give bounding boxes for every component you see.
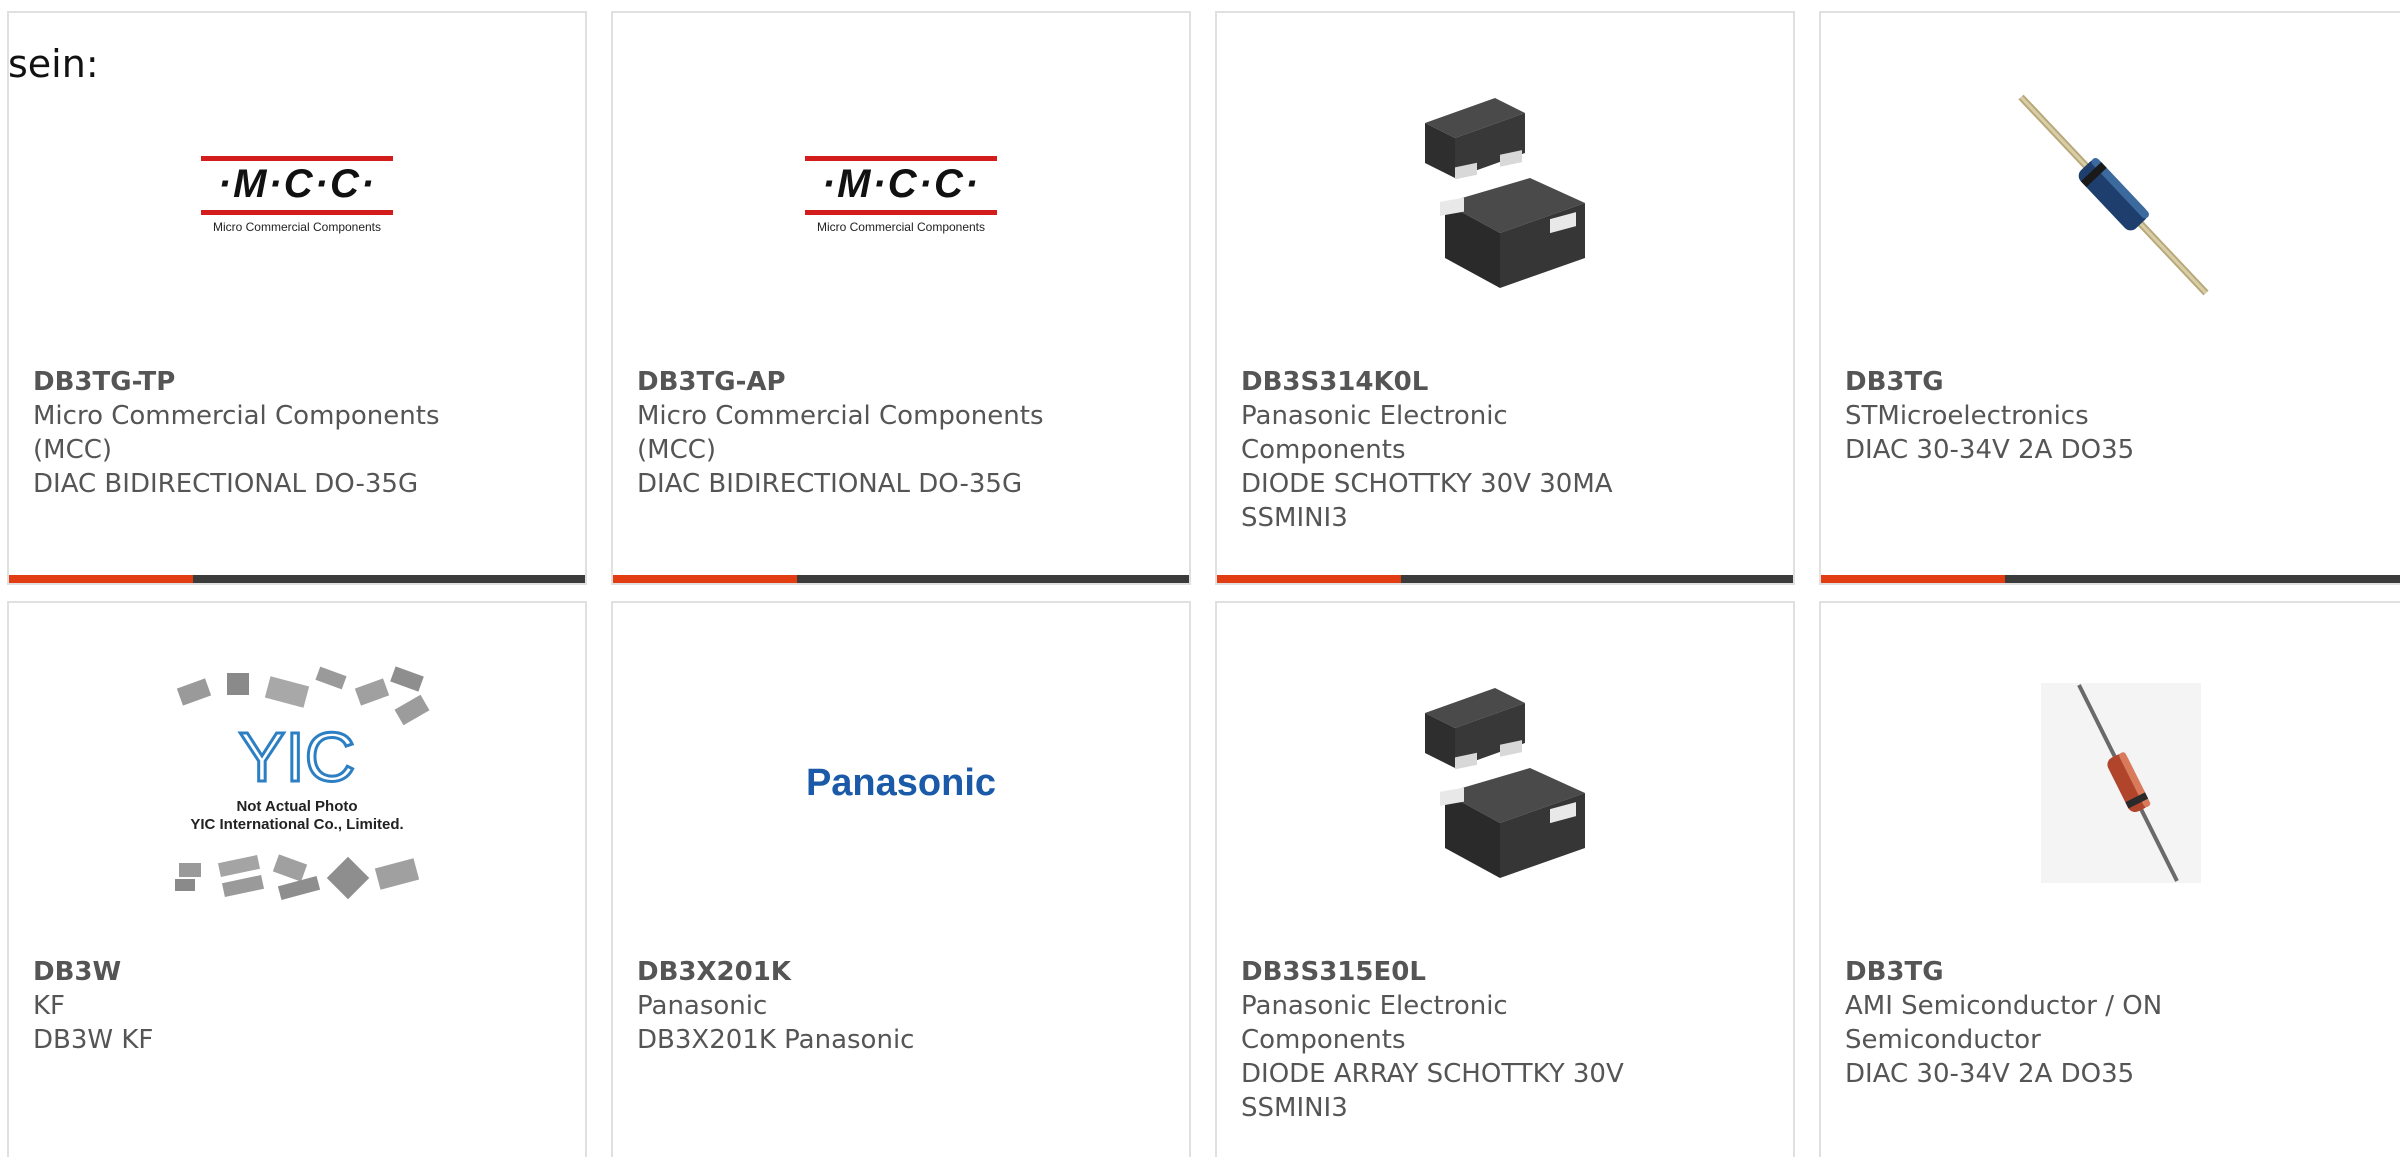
product-meta: DB3TG STMicroelectronics DIAC 30-34V 2A … [1845, 365, 2265, 467]
product-card[interactable]: DB3S314K0L Panasonic Electronic Componen… [1215, 11, 1795, 585]
product-card[interactable]: Panasonic DB3X201K Panasonic DB3X201K Pa… [611, 601, 1191, 1157]
manufacturer: Panasonic [637, 991, 768, 1021]
yic-brand-text: YIC [239, 718, 356, 796]
product-meta: DB3S315E0L Panasonic Electronic Componen… [1241, 955, 1661, 1125]
diode-blue-icon [2018, 94, 2209, 296]
product-image[interactable] [1217, 663, 1793, 903]
part-number[interactable]: DB3TG [1845, 365, 2265, 399]
product-meta: DB3TG-AP Micro Commercial Components (MC… [637, 365, 1057, 501]
card-bottom-bar [1821, 575, 2400, 583]
product-grid-page: sein: ·M·C·C· Micro Commercial Component… [0, 0, 2400, 1157]
product-card[interactable]: ·M·C·C· Micro Commercial Components DB3T… [7, 11, 587, 585]
yic-line-2: YIC International Co., Limited. [190, 816, 403, 833]
part-number[interactable]: DB3X201K [637, 955, 1057, 989]
mcc-logo-subtitle: Micro Commercial Components [816, 220, 986, 234]
description: DIAC 30-34V 2A DO35 [1845, 1059, 2135, 1089]
manufacturer: AMI Semiconductor / ON Semiconductor [1845, 991, 2163, 1055]
description: DIODE ARRAY SCHOTTKY 30V SSMINI3 [1241, 1059, 1624, 1123]
smd-package-icon [1425, 688, 1585, 878]
product-image[interactable]: ·M·C·C· Micro Commercial Components [9, 73, 585, 313]
product-meta: DB3X201K Panasonic DB3X201K Panasonic [637, 955, 1057, 1057]
description: DB3X201K Panasonic [637, 1025, 915, 1055]
product-image[interactable]: ·M·C·C· Micro Commercial Components [613, 73, 1189, 313]
product-image[interactable] [1821, 73, 2400, 313]
card-bottom-bar [613, 575, 1189, 583]
product-image[interactable] [1821, 663, 2400, 903]
part-number[interactable]: DB3S315E0L [1241, 955, 1661, 989]
mcc-logo-text: ·M·C·C· [821, 162, 981, 206]
product-card[interactable]: ·M·C·C· Micro Commercial Components DB3T… [611, 11, 1191, 585]
intro-text: sein: [8, 42, 99, 86]
part-number[interactable]: DB3W [33, 955, 453, 989]
mcc-logo: ·M·C·C· Micro Commercial Components [801, 148, 1001, 238]
product-meta: DB3S314K0L Panasonic Electronic Componen… [1241, 365, 1661, 535]
product-image[interactable] [1217, 73, 1793, 313]
product-card[interactable]: DB3TG STMicroelectronics DIAC 30-34V 2A … [1819, 11, 2400, 585]
mcc-logo-text: ·M·C·C· [217, 162, 377, 206]
diode-red-icon [2041, 683, 2201, 883]
product-card[interactable]: YIC Not Actual Photo YIC International C… [7, 601, 587, 1157]
yic-line-1: Not Actual Photo [236, 798, 357, 815]
description: DIODE SCHOTTKY 30V 30MA SSMINI3 [1241, 469, 1613, 533]
part-number[interactable]: DB3TG-TP [33, 365, 453, 399]
yic-placeholder-icon: YIC Not Actual Photo YIC International C… [175, 666, 430, 900]
description: DB3W KF [33, 1025, 154, 1055]
manufacturer: STMicroelectronics [1845, 401, 2089, 431]
card-bottom-bar [1217, 575, 1793, 583]
manufacturer: Micro Commercial Components (MCC) [33, 401, 440, 465]
part-number[interactable]: DB3S314K0L [1241, 365, 1661, 399]
description: DIAC BIDIRECTIONAL DO-35G [637, 469, 1023, 499]
part-number[interactable]: DB3TG-AP [637, 365, 1057, 399]
description: DIAC 30-34V 2A DO35 [1845, 435, 2135, 465]
product-meta: DB3TG AMI Semiconductor / ON Semiconduct… [1845, 955, 2265, 1091]
manufacturer: Panasonic Electronic Components [1241, 991, 1508, 1055]
panasonic-logo: Panasonic [805, 761, 997, 804]
manufacturer: Panasonic Electronic Components [1241, 401, 1508, 465]
mcc-logo-subtitle: Micro Commercial Components [212, 220, 382, 234]
card-bottom-bar [9, 575, 585, 583]
product-card[interactable]: DB3S315E0L Panasonic Electronic Componen… [1215, 601, 1795, 1157]
product-image[interactable]: YIC Not Actual Photo YIC International C… [9, 663, 585, 903]
smd-package-icon [1425, 98, 1585, 288]
product-card[interactable]: DB3TG AMI Semiconductor / ON Semiconduct… [1819, 601, 2400, 1157]
product-meta: DB3TG-TP Micro Commercial Components (MC… [33, 365, 453, 501]
mcc-logo: ·M·C·C· Micro Commercial Components [197, 148, 397, 238]
product-meta: DB3W KF DB3W KF [33, 955, 453, 1057]
manufacturer: Micro Commercial Components (MCC) [637, 401, 1044, 465]
description: DIAC BIDIRECTIONAL DO-35G [33, 469, 419, 499]
part-number[interactable]: DB3TG [1845, 955, 2265, 989]
product-image[interactable]: Panasonic [613, 663, 1189, 903]
manufacturer: KF [33, 991, 66, 1021]
